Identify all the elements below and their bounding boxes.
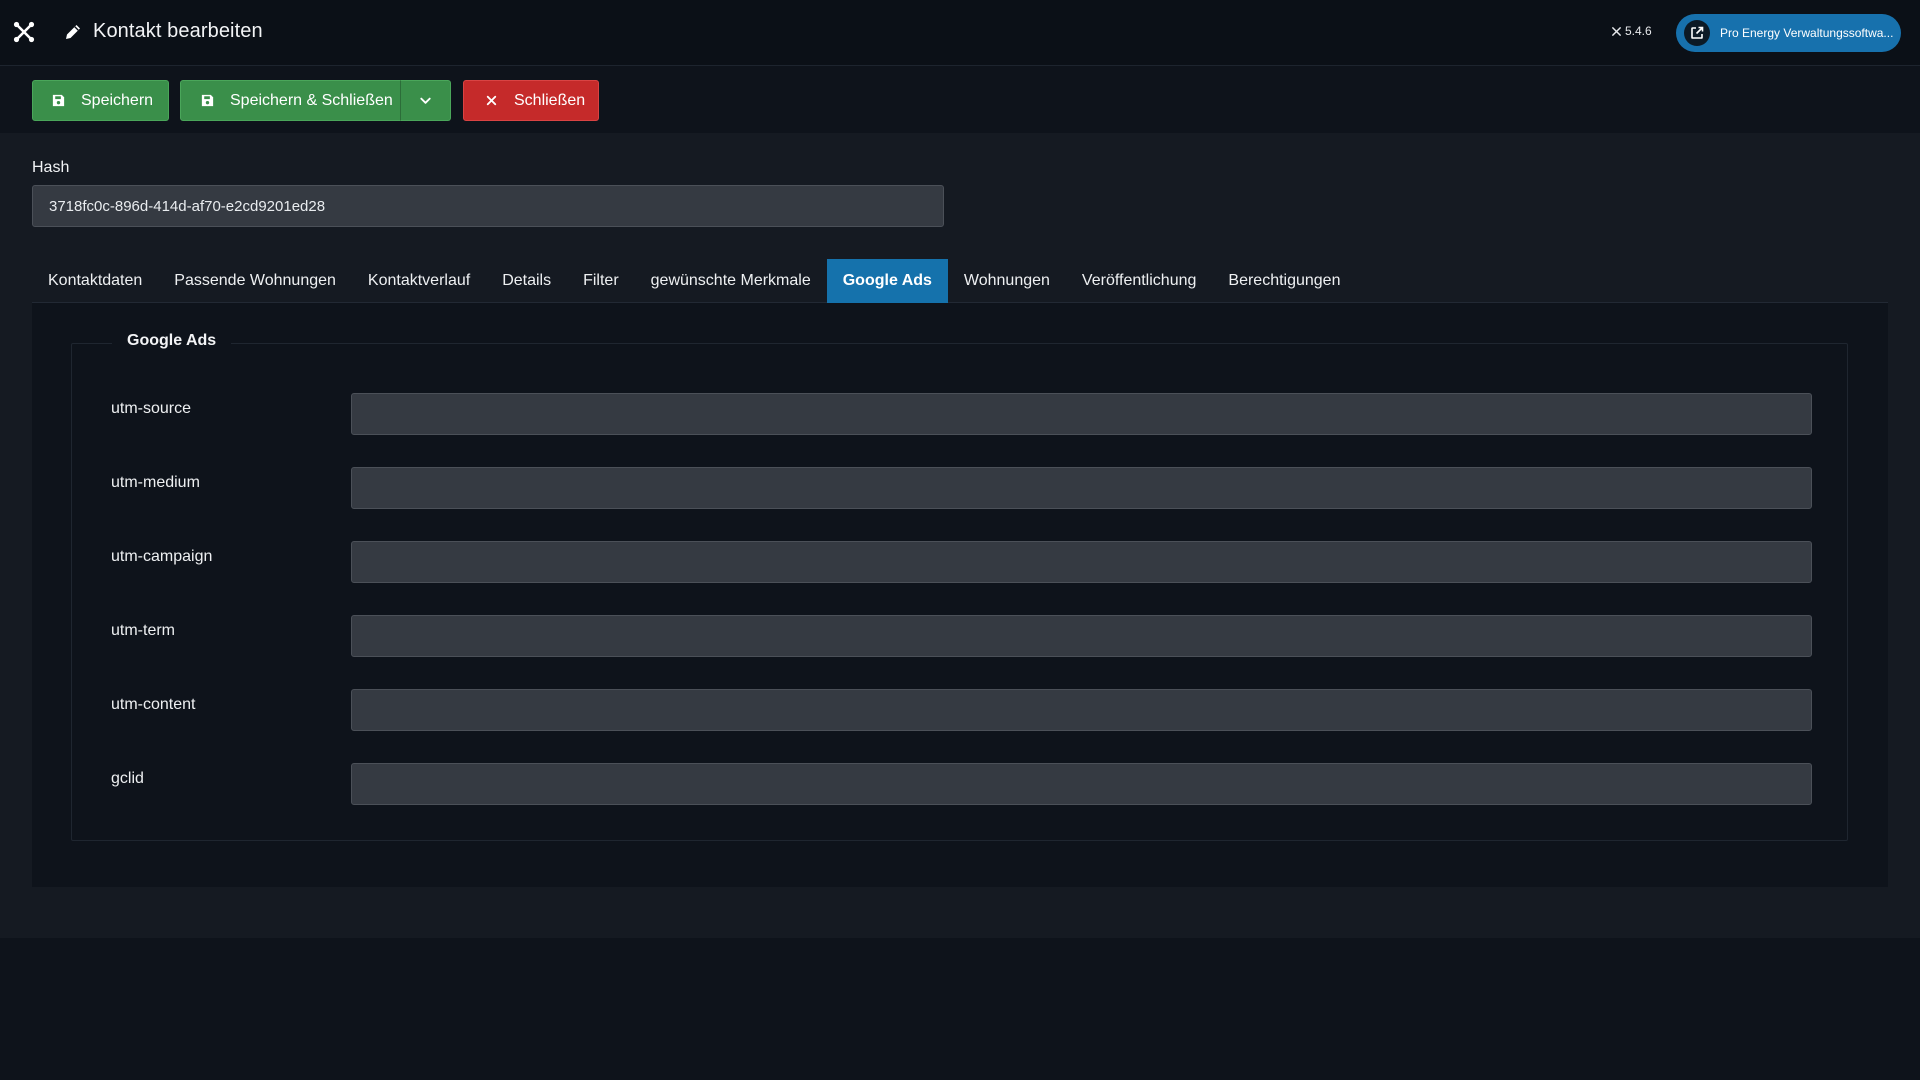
utm-medium-input[interactable] bbox=[351, 467, 1812, 509]
tab-passende-wohnungen[interactable]: Passende Wohnungen bbox=[158, 259, 352, 303]
tab-filter[interactable]: Filter bbox=[567, 259, 635, 303]
utm-medium-row: utm-medium bbox=[72, 467, 1847, 509]
save-options-dropdown[interactable] bbox=[400, 80, 451, 121]
utm-campaign-input[interactable] bbox=[351, 541, 1812, 583]
utm-medium-label: utm-medium bbox=[111, 474, 200, 491]
gclid-input[interactable] bbox=[351, 763, 1812, 805]
close-icon bbox=[486, 95, 497, 106]
fieldset-legend: Google Ads bbox=[112, 332, 232, 350]
pencil-icon bbox=[63, 22, 83, 42]
save-close-label: Speichern & Schließen bbox=[230, 91, 393, 109]
page-title: Kontakt bearbeiten bbox=[93, 20, 263, 42]
chevron-down-icon bbox=[420, 97, 431, 104]
tab-kontaktdaten[interactable]: Kontaktdaten bbox=[32, 259, 158, 303]
utm-campaign-row: utm-campaign bbox=[72, 541, 1847, 583]
main-content: Hash Kontaktdaten Passende Wohnungen Kon… bbox=[0, 133, 1920, 938]
utm-source-input[interactable] bbox=[351, 393, 1812, 435]
version-text: 5.4.6 bbox=[1625, 24, 1652, 38]
tab-bar: Kontaktdaten Passende Wohnungen Kontaktv… bbox=[32, 259, 1888, 303]
toolbar: Speichern Speichern & Schließen Schließe… bbox=[0, 67, 1920, 133]
page-title-wrap: Kontakt bearbeiten bbox=[63, 20, 263, 43]
google-ads-fieldset: Google Ads utm-source utm-medium utm-cam… bbox=[71, 332, 1848, 841]
utm-content-input[interactable] bbox=[351, 689, 1812, 731]
utm-content-row: utm-content bbox=[72, 689, 1847, 731]
utm-term-input[interactable] bbox=[351, 615, 1812, 657]
version-badge: 5.4.6 bbox=[1611, 24, 1652, 38]
tab-veroeffentlichung[interactable]: Veröffentlichung bbox=[1066, 259, 1212, 303]
save-icon bbox=[201, 94, 214, 107]
utm-term-row: utm-term bbox=[72, 615, 1847, 657]
tab-google-ads[interactable]: Google Ads bbox=[826, 259, 948, 303]
save-label: Speichern bbox=[81, 91, 154, 109]
close-button[interactable]: Schließen bbox=[463, 80, 599, 121]
utm-source-row: utm-source bbox=[72, 393, 1847, 435]
tab-details[interactable]: Details bbox=[486, 259, 567, 303]
gclid-row: gclid bbox=[72, 763, 1847, 805]
joomla-small-icon bbox=[1612, 26, 1621, 36]
hash-input[interactable] bbox=[32, 185, 944, 227]
view-site-button[interactable]: Pro Energy Verwaltungssoftwa... bbox=[1676, 14, 1901, 52]
tab-wohnungen[interactable]: Wohnungen bbox=[948, 259, 1066, 303]
tab-kontaktverlauf[interactable]: Kontaktverlauf bbox=[352, 259, 486, 303]
tab-gewuenschte-merkmale[interactable]: gewünschte Merkmale bbox=[635, 259, 827, 303]
tabs-card: Kontaktdaten Passende Wohnungen Kontaktv… bbox=[32, 259, 1888, 887]
save-icon bbox=[52, 94, 65, 107]
tab-berechtigungen[interactable]: Berechtigungen bbox=[1212, 259, 1356, 303]
external-link-icon bbox=[1684, 20, 1710, 46]
header: Kontakt bearbeiten 5.4.6 Pro Energy Verw… bbox=[0, 0, 1920, 66]
joomla-logo-icon[interactable] bbox=[12, 20, 36, 44]
utm-campaign-label: utm-campaign bbox=[111, 548, 213, 565]
close-label: Schließen bbox=[514, 91, 586, 109]
save-close-button[interactable]: Speichern & Schließen bbox=[180, 80, 401, 121]
utm-term-label: utm-term bbox=[111, 622, 175, 639]
view-site-label: Pro Energy Verwaltungssoftwa... bbox=[1720, 26, 1894, 40]
gclid-label: gclid bbox=[111, 770, 144, 787]
save-button[interactable]: Speichern bbox=[32, 80, 169, 121]
utm-content-label: utm-content bbox=[111, 696, 196, 713]
hash-label: Hash bbox=[32, 159, 70, 176]
utm-source-label: utm-source bbox=[111, 400, 192, 417]
